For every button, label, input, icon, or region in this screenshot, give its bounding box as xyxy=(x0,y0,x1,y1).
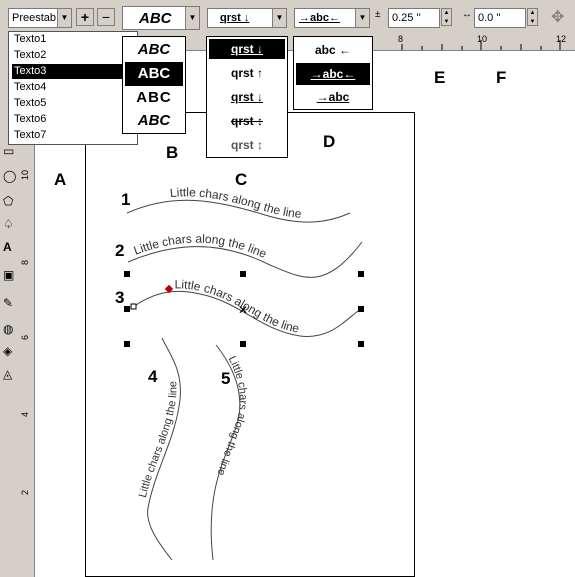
handle[interactable] xyxy=(358,271,364,277)
handle[interactable] xyxy=(124,306,130,312)
text-placement-dropdown: abc ← →abc← →abc xyxy=(293,36,373,110)
label-4: 4 xyxy=(148,367,158,386)
handle[interactable] xyxy=(240,271,246,277)
path-text-4[interactable]: Little chars along the line xyxy=(137,381,180,499)
list-item[interactable]: Texto5 xyxy=(12,96,136,111)
label-c: C xyxy=(235,170,248,189)
vertical-placement-option-selected[interactable]: qrst ↓ xyxy=(209,39,285,59)
orientation-option[interactable]: ABC xyxy=(125,87,183,109)
label-e: E xyxy=(434,68,446,87)
text-placement-option-selected[interactable]: →abc← xyxy=(296,63,370,85)
label-3: 3 xyxy=(115,288,125,307)
orientation-dropdown: ABC ABC ABC ABC xyxy=(122,36,186,134)
label-b: B xyxy=(166,143,179,162)
text-placement-option[interactable]: →abc xyxy=(296,87,370,107)
list-item-selected[interactable]: Texto3 xyxy=(12,64,136,79)
label-f: F xyxy=(496,68,507,87)
handle[interactable] xyxy=(124,341,130,347)
path-text-1[interactable]: Little chars along the line xyxy=(169,185,302,221)
orientation-option-selected[interactable]: ABC xyxy=(125,62,183,86)
preset-dropdown-list: Texto1 Texto2 Texto3 Texto4 Texto5 Texto… xyxy=(8,31,138,145)
list-item[interactable]: Texto4 xyxy=(12,80,136,95)
orientation-option[interactable]: ABC xyxy=(125,110,183,132)
vertical-placement-option[interactable]: qrst ↑ xyxy=(209,63,285,83)
handle[interactable] xyxy=(358,306,364,312)
handle[interactable] xyxy=(358,341,364,347)
vertical-placement-option[interactable]: qrst ↓ xyxy=(209,87,285,107)
list-item[interactable]: Texto7 xyxy=(12,128,136,143)
label-2: 2 xyxy=(115,241,125,260)
path-text-5[interactable]: Little chars along the line xyxy=(215,354,249,477)
orientation-option[interactable]: ABC xyxy=(125,39,183,61)
node-handle[interactable] xyxy=(130,303,137,310)
handle[interactable] xyxy=(124,271,130,277)
vertical-placement-dropdown: qrst ↓ qrst ↑ qrst ↓ qrst ↕ qrst ↕ xyxy=(206,36,288,158)
vertical-placement-option[interactable]: qrst ↕ xyxy=(209,135,285,155)
handle[interactable] xyxy=(240,341,246,347)
text-placement-option[interactable]: abc ← xyxy=(296,40,370,60)
label-1: 1 xyxy=(121,190,131,209)
label-5: 5 xyxy=(221,369,231,388)
label-a: A xyxy=(54,170,67,189)
list-item[interactable]: Texto2 xyxy=(12,48,136,63)
list-item[interactable]: Texto1 xyxy=(12,32,136,47)
vertical-placement-option[interactable]: qrst ↕ xyxy=(209,111,285,131)
center-x-marker: ✕ xyxy=(238,303,248,317)
list-item[interactable]: Texto6 xyxy=(12,112,136,127)
label-d: D xyxy=(323,132,336,151)
